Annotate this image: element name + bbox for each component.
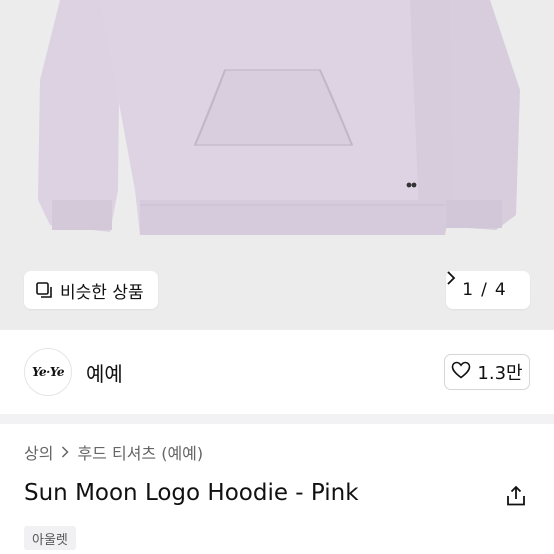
breadcrumb-category[interactable]: 상의 <box>24 440 53 464</box>
similar-products-button[interactable]: 비슷한 상품 <box>24 271 158 309</box>
product-title: Sun Moon Logo Hoodie - Pink <box>24 480 359 506</box>
counter-total: 4 <box>494 280 506 300</box>
chevron-right-icon <box>61 443 70 462</box>
counter-current: 1 <box>462 280 474 300</box>
breadcrumb-subcategory[interactable]: 후드 티셔츠 (예예) <box>77 440 203 464</box>
shop-avatar[interactable]: Ye·Ye <box>24 348 72 396</box>
share-icon[interactable] <box>504 484 528 508</box>
shop-info-row: Ye·Ye 예예 1.3만 <box>0 330 554 414</box>
like-count: 1.3만 <box>477 363 523 384</box>
similar-items-icon <box>36 282 52 298</box>
shop-name[interactable]: 예예 <box>86 358 123 387</box>
section-divider <box>0 414 554 424</box>
heart-icon <box>451 361 471 384</box>
similar-products-label: 비슷한 상품 <box>60 282 144 303</box>
image-counter[interactable]: 1 / 4 <box>446 271 530 309</box>
shop-avatar-logo: Ye·Ye <box>32 365 65 379</box>
counter-separator: / <box>481 280 487 300</box>
outlet-badge: 아울렛 <box>24 526 76 550</box>
product-image-gallery[interactable]: 비슷한 상품 1 / 4 <box>0 0 554 330</box>
breadcrumb: 상의 후드 티셔츠 (예예) <box>24 440 203 464</box>
like-button[interactable]: 1.3만 <box>444 354 530 390</box>
